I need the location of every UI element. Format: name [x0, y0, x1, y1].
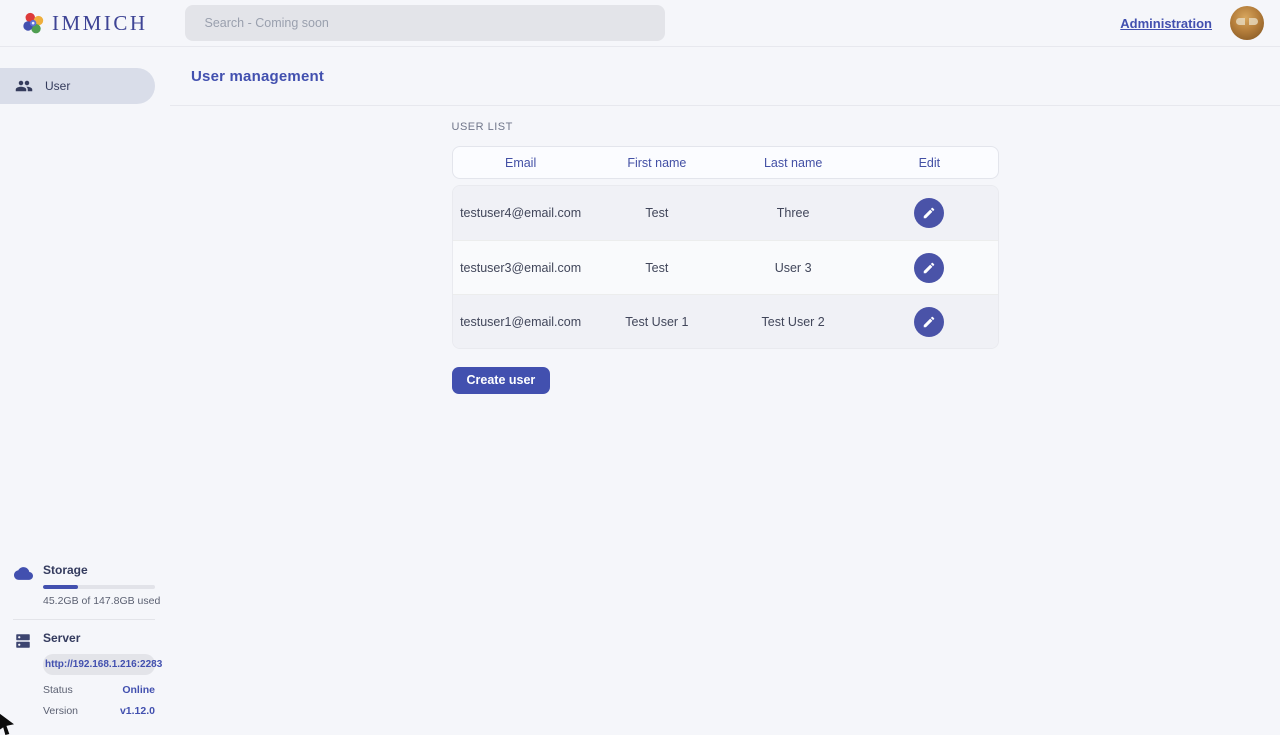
top-bar: IMMICH Administration [0, 0, 1280, 47]
search-bar[interactable] [185, 5, 665, 41]
edit-user-button[interactable] [914, 198, 944, 228]
create-user-button[interactable]: Create user [452, 367, 551, 394]
main-panel: User management USER LIST Email First na… [170, 47, 1280, 730]
cell-email: testuser1@email.com [453, 315, 589, 329]
status-label: Status [43, 684, 73, 696]
page-title: User management [191, 68, 324, 85]
status-value: Online [122, 684, 155, 696]
table-row: testuser4@email.com Test Three [453, 186, 998, 240]
col-header-edit: Edit [861, 156, 997, 170]
col-header-last-name: Last name [725, 156, 861, 170]
server-icon [14, 631, 34, 717]
pencil-icon [922, 315, 936, 329]
cell-first-name: Test [589, 261, 725, 275]
cell-last-name: User 3 [725, 261, 861, 275]
table-row: testuser3@email.com Test User 3 [453, 240, 998, 294]
server-widget: Server http://192.168.1.216:2283 Status … [0, 631, 170, 717]
sidebar-footer: Storage 45.2GB of 147.8GB used Server [0, 563, 170, 717]
server-version-row: Version v1.12.0 [43, 705, 155, 717]
table-row: testuser1@email.com Test User 1 Test Use… [453, 294, 998, 348]
cell-email: testuser4@email.com [453, 206, 589, 220]
user-table: testuser4@email.com Test Three t [452, 185, 999, 349]
app-logo[interactable]: IMMICH [22, 11, 148, 36]
col-header-first-name: First name [589, 156, 725, 170]
app-title: IMMICH [52, 11, 148, 36]
sidebar: User Storage 45.2GB of 147.8GB used [0, 47, 170, 730]
user-avatar[interactable] [1230, 6, 1264, 40]
cell-email: testuser3@email.com [453, 261, 589, 275]
version-label: Version [43, 705, 78, 717]
section-label: USER LIST [452, 121, 999, 133]
version-value: v1.12.0 [120, 705, 155, 717]
sidebar-divider [13, 619, 155, 620]
server-url-badge: http://192.168.1.216:2283 [43, 654, 155, 675]
administration-link[interactable]: Administration [1120, 16, 1212, 31]
col-header-email: Email [453, 156, 589, 170]
cell-last-name: Three [725, 206, 861, 220]
server-status-row: Status Online [43, 684, 155, 696]
table-header: Email First name Last name Edit [452, 146, 999, 179]
main-content: USER LIST Email First name Last name Edi… [170, 106, 1280, 394]
cloud-icon [14, 563, 34, 607]
app-shell: User Storage 45.2GB of 147.8GB used [0, 47, 1280, 730]
edit-user-button[interactable] [914, 307, 944, 337]
page-header: User management [170, 47, 1280, 106]
immich-flower-icon [22, 12, 45, 35]
edit-user-button[interactable] [914, 253, 944, 283]
storage-widget: Storage 45.2GB of 147.8GB used [0, 563, 170, 607]
sidebar-item-label: User [45, 79, 70, 93]
cell-first-name: Test [589, 206, 725, 220]
pencil-icon [922, 206, 936, 220]
pencil-icon [922, 261, 936, 275]
server-title: Server [43, 631, 155, 645]
storage-progress-fill [43, 585, 78, 589]
sidebar-item-user[interactable]: User [0, 68, 155, 104]
search-input[interactable] [205, 16, 645, 30]
storage-usage-text: 45.2GB of 147.8GB used [43, 595, 155, 607]
users-icon [15, 77, 33, 95]
cell-first-name: Test User 1 [589, 315, 725, 329]
cell-last-name: Test User 2 [725, 315, 861, 329]
storage-title: Storage [43, 563, 155, 577]
storage-progress-track [43, 585, 155, 589]
